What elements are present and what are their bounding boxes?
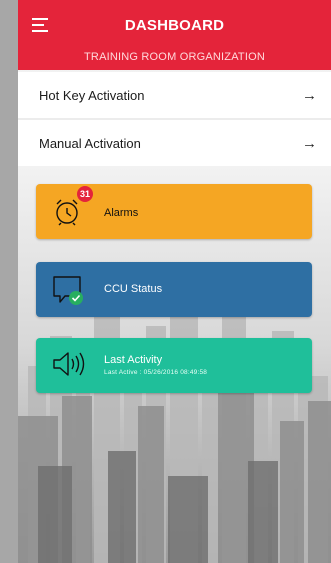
manual-activation-label: Manual Activation: [39, 135, 141, 151]
organization-name: TRAINING ROOM ORGANIZATION: [84, 51, 265, 63]
alarm-clock-icon: [56, 199, 78, 226]
speaker-icon: [53, 352, 85, 376]
alarms-label: Alarms: [104, 207, 139, 219]
ccu-status-tile[interactable]: CCU Status: [36, 262, 312, 317]
chat-check-icon: [53, 276, 83, 305]
dashboard-screen: DASHBOARD TRAINING ROOM ORGANIZATION Hot…: [18, 0, 331, 563]
arrow-right-icon: →: [302, 86, 317, 104]
hot-key-activation-row[interactable]: Hot Key Activation →: [18, 72, 331, 118]
hot-key-activation-label: Hot Key Activation: [39, 87, 145, 103]
arrow-right-icon: →: [302, 134, 317, 152]
last-active-timestamp: Last Active : 05/26/2016 08:49:58: [104, 369, 208, 376]
alarms-count-badge: 31: [77, 186, 93, 202]
last-activity-label: Last Activity: [104, 354, 163, 366]
last-activity-tile[interactable]: Last Activity Last Active : 05/26/2016 0…: [36, 338, 312, 393]
app-header: DASHBOARD TRAINING ROOM ORGANIZATION: [18, 0, 331, 70]
ccu-status-label: CCU Status: [104, 283, 163, 295]
page-title: DASHBOARD: [124, 17, 225, 34]
alarms-tile[interactable]: 31 Alarms: [36, 184, 312, 239]
manual-activation-row[interactable]: Manual Activation →: [18, 120, 331, 166]
